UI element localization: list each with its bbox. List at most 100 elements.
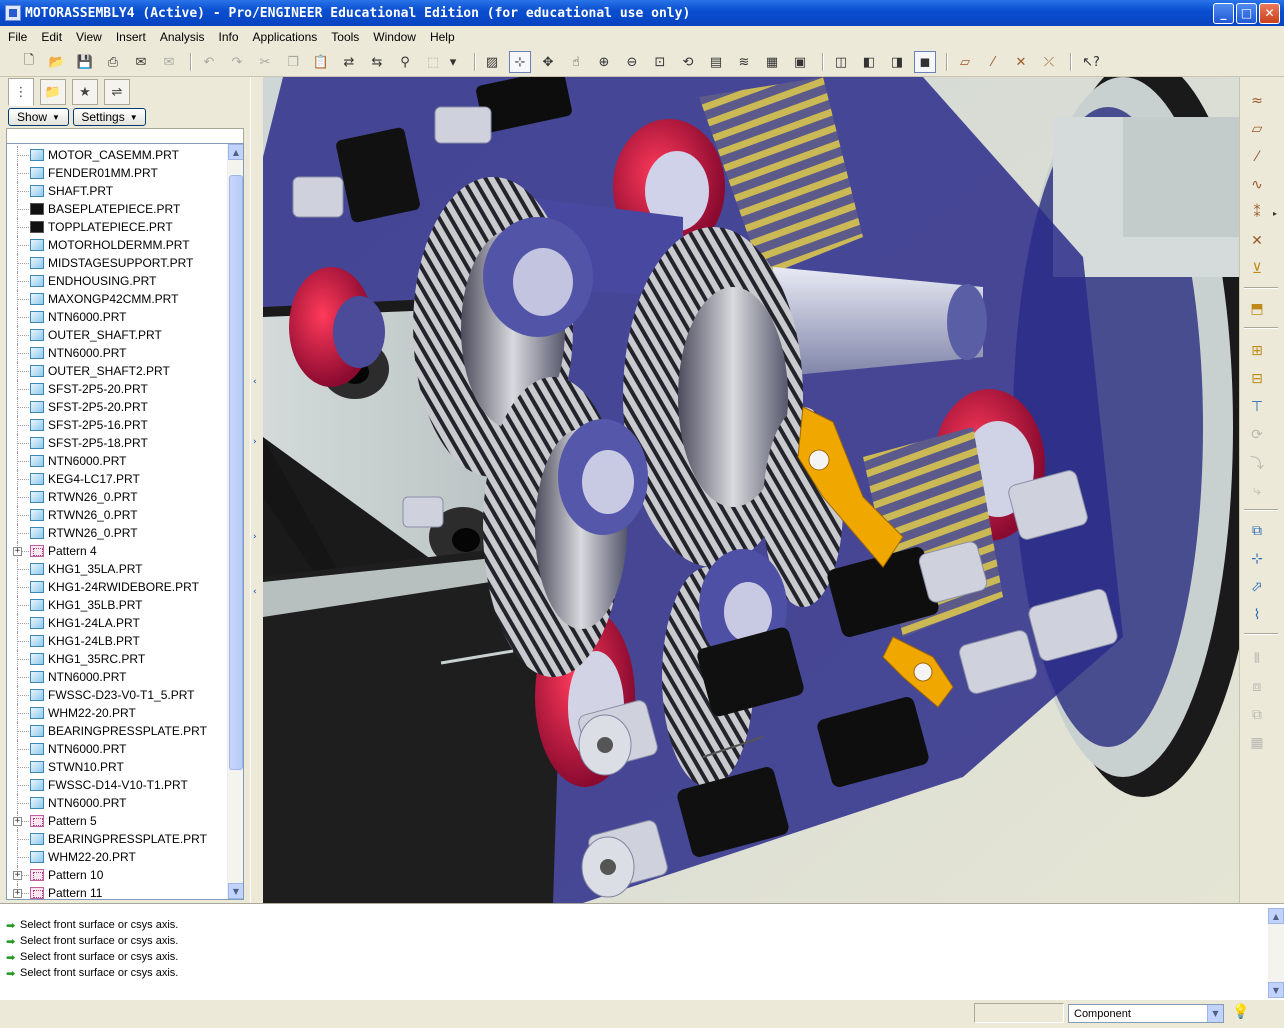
lightbulb-icon[interactable]: 💡 bbox=[1232, 1004, 1249, 1024]
tree-scrollbar[interactable]: ▲ ▼ bbox=[227, 144, 243, 899]
assembly-3d-view[interactable] bbox=[263, 77, 1239, 903]
model-tree-tab[interactable]: ⋮ bbox=[8, 78, 34, 106]
find-icon[interactable]: ⚲ bbox=[394, 51, 416, 73]
tree-row[interactable]: + Pattern 5 bbox=[7, 812, 227, 830]
tree-row[interactable]: KHG1_35RC.PRT bbox=[7, 650, 227, 668]
tree-row[interactable]: OUTER_SHAFT.PRT bbox=[7, 326, 227, 344]
layers-icon[interactable]: ≋ bbox=[733, 51, 755, 73]
select-dropdown-icon[interactable]: ▾ bbox=[446, 51, 460, 73]
folder-browser-tab[interactable]: 📁 bbox=[40, 79, 66, 105]
view-manager-icon[interactable]: ▦ bbox=[761, 51, 783, 73]
context-help-icon[interactable]: ↖? bbox=[1080, 51, 1102, 73]
pan-icon[interactable]: ☝ bbox=[565, 51, 587, 73]
minimize-button[interactable]: _ bbox=[1213, 2, 1234, 24]
menu-tools[interactable]: Tools bbox=[323, 30, 365, 44]
tree-row[interactable]: + Pattern 4 bbox=[7, 542, 227, 560]
tree-row[interactable]: KHG1-24RWIDEBORE.PRT bbox=[7, 578, 227, 596]
tree-row[interactable]: BEARINGPRESSPLATE.PRT bbox=[7, 830, 227, 848]
datum-curve-icon[interactable]: ∿ bbox=[1244, 173, 1270, 197]
tree-row[interactable]: + Pattern 10 bbox=[7, 866, 227, 884]
reorient-icon[interactable]: ⟲ bbox=[677, 51, 699, 73]
saved-views-icon[interactable]: ▤ bbox=[705, 51, 727, 73]
tree-row[interactable]: SFST-2P5-20.PRT bbox=[7, 380, 227, 398]
spin-center-icon[interactable]: ⊹ bbox=[509, 51, 531, 73]
tree-row[interactable]: NTN6000.PRT bbox=[7, 740, 227, 758]
zoom-out-icon[interactable]: ⊖ bbox=[621, 51, 643, 73]
connections-tab[interactable]: ⇌ bbox=[104, 79, 130, 105]
panel-splitter[interactable]: ‹ › › ‹ bbox=[250, 77, 263, 903]
move-icon[interactable]: ⧈ bbox=[1244, 675, 1270, 699]
analysis-feature-icon[interactable]: ⬒ bbox=[1244, 297, 1270, 321]
datum-point-icon[interactable]: ⁑ bbox=[1244, 201, 1270, 225]
send-mail-attach-icon[interactable]: ✉ bbox=[158, 51, 180, 73]
tree-row[interactable]: TOPPLATEPIECE.PRT bbox=[7, 218, 227, 236]
blend-icon[interactable]: ⤷ bbox=[1244, 479, 1270, 503]
menu-file[interactable]: File bbox=[0, 30, 33, 44]
round-icon[interactable]: ⊹ bbox=[1244, 547, 1270, 571]
scroll-up-icon[interactable]: ▲ bbox=[1268, 908, 1284, 924]
orient-mode-icon[interactable]: ✥ bbox=[537, 51, 559, 73]
repaint-icon[interactable]: ▨ bbox=[481, 51, 503, 73]
tree-row[interactable]: RTWN26_0.PRT bbox=[7, 524, 227, 542]
revolve-icon[interactable]: ⟳ bbox=[1244, 423, 1270, 447]
menu-help[interactable]: Help bbox=[422, 30, 461, 44]
menu-analysis[interactable]: Analysis bbox=[152, 30, 211, 44]
hidden-line-icon[interactable]: ◧ bbox=[858, 51, 880, 73]
insert-component-icon[interactable]: ⊞ bbox=[1244, 339, 1270, 363]
maximize-button[interactable]: □ bbox=[1236, 2, 1257, 24]
paste-special-icon[interactable]: ▣ bbox=[789, 51, 811, 73]
chamfer-icon[interactable]: ⬀ bbox=[1244, 575, 1270, 599]
create-component-icon[interactable]: ⊟ bbox=[1244, 367, 1270, 391]
tree-row[interactable]: OUTER_SHAFT2.PRT bbox=[7, 362, 227, 380]
tree-row[interactable]: KHG1-24LA.PRT bbox=[7, 614, 227, 632]
sweep-icon[interactable]: ⤵ bbox=[1244, 451, 1270, 475]
menu-info[interactable]: Info bbox=[211, 30, 245, 44]
menu-insert[interactable]: Insert bbox=[108, 30, 152, 44]
tree-row[interactable]: RTWN26_0.PRT bbox=[7, 488, 227, 506]
tree-row[interactable]: NTN6000.PRT bbox=[7, 668, 227, 686]
tree-row[interactable]: + Pattern 11 bbox=[7, 884, 227, 899]
regenerate-manager-icon[interactable]: ⇆ bbox=[366, 51, 388, 73]
no-hidden-icon[interactable]: ◨ bbox=[886, 51, 908, 73]
wireframe-icon[interactable]: ◫ bbox=[830, 51, 852, 73]
tree-row[interactable]: ENDHOUSING.PRT bbox=[7, 272, 227, 290]
tree-row[interactable]: WHM22-20.PRT bbox=[7, 848, 227, 866]
tree-row[interactable]: NTN6000.PRT bbox=[7, 452, 227, 470]
tree-row[interactable]: SFST-2P5-16.PRT bbox=[7, 416, 227, 434]
new-icon[interactable]: 🗋 bbox=[18, 51, 40, 73]
coordinate-system-icon[interactable]: ⊻ bbox=[1244, 257, 1270, 281]
graphics-window[interactable] bbox=[263, 77, 1239, 903]
mirror-icon[interactable]: ⫴ bbox=[1244, 647, 1270, 671]
favorites-tab[interactable]: ★ bbox=[72, 79, 98, 105]
tree-row[interactable]: MAXONGP42CMM.PRT bbox=[7, 290, 227, 308]
tree-row[interactable]: FENDER01MM.PRT bbox=[7, 164, 227, 182]
collapse-icon[interactable]: ‹ bbox=[253, 587, 258, 603]
tree-row[interactable]: KEG4-LC17.PRT bbox=[7, 470, 227, 488]
extrude-icon[interactable]: ⊤ bbox=[1244, 395, 1270, 419]
undo-icon[interactable]: ↶ bbox=[198, 51, 220, 73]
hole-icon[interactable]: ⧉ bbox=[1244, 519, 1270, 543]
coordinate-systems-icon[interactable]: ⤫ bbox=[1038, 51, 1060, 73]
refit-icon[interactable]: ⊡ bbox=[649, 51, 671, 73]
message-scrollbar[interactable]: ▲ ▼ bbox=[1268, 908, 1284, 998]
open-icon[interactable]: 📂 bbox=[46, 51, 68, 73]
tree-row[interactable]: FWSSC-D23-V0-T1_5.PRT bbox=[7, 686, 227, 704]
select-box-icon[interactable]: ⬚ bbox=[422, 51, 444, 73]
close-button[interactable]: ✕ bbox=[1259, 2, 1280, 24]
cut-icon[interactable]: ✂ bbox=[254, 51, 276, 73]
tree-row[interactable]: KHG1-24LB.PRT bbox=[7, 632, 227, 650]
datum-plane-icon[interactable]: ▱ bbox=[1244, 117, 1270, 141]
expand-icon[interactable]: + bbox=[13, 817, 22, 826]
expand-icon[interactable]: + bbox=[13, 547, 22, 556]
datum-axes-icon[interactable]: ⁄ bbox=[982, 51, 1004, 73]
save-icon[interactable]: 💾 bbox=[74, 51, 96, 73]
copy-feature-icon[interactable]: ⧉ bbox=[1244, 703, 1270, 727]
chevron-down-icon[interactable]: ▼ bbox=[1207, 1005, 1223, 1022]
tree-row[interactable]: MOTOR_CASEMM.PRT bbox=[7, 146, 227, 164]
tree-row[interactable]: RTWN26_0.PRT bbox=[7, 506, 227, 524]
datum-points-icon[interactable]: ✕ bbox=[1010, 51, 1032, 73]
tree-row[interactable]: KHG1_35LB.PRT bbox=[7, 596, 227, 614]
zoom-in-icon[interactable]: ⊕ bbox=[593, 51, 615, 73]
tree-row[interactable]: SHAFT.PRT bbox=[7, 182, 227, 200]
collapse-icon[interactable]: › bbox=[253, 437, 258, 453]
